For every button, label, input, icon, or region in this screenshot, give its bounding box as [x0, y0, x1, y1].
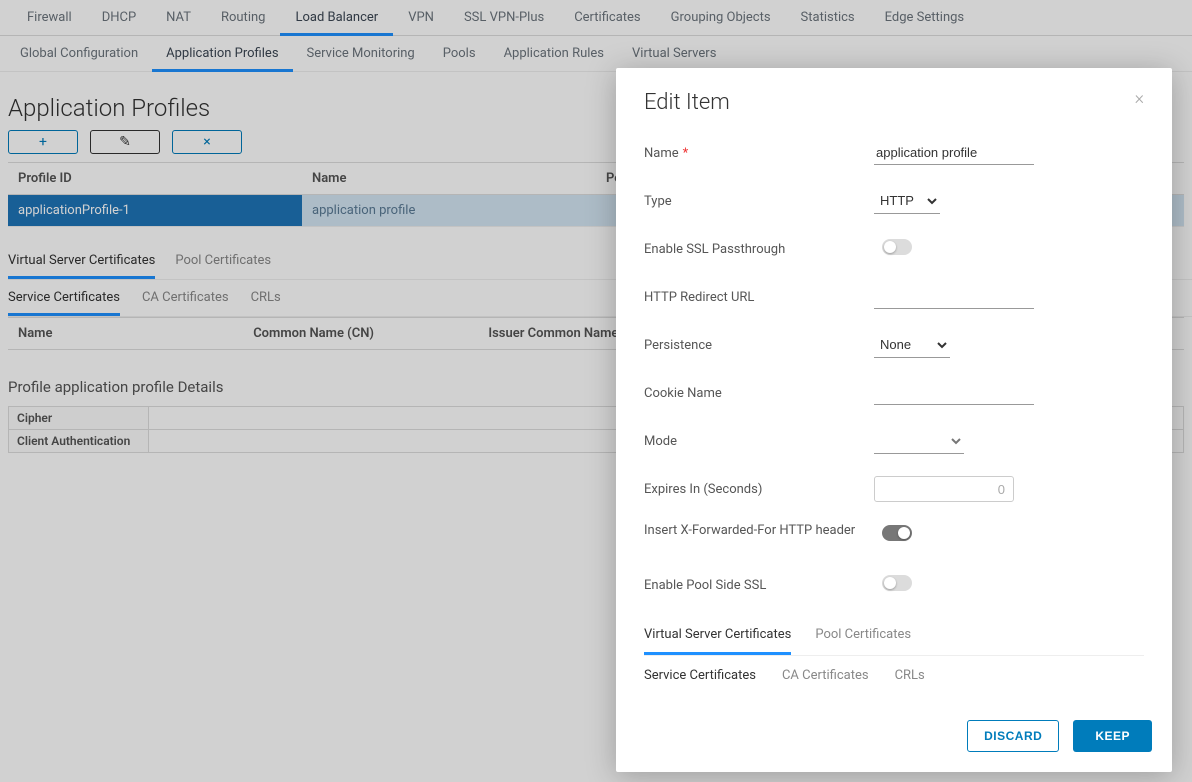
modal-tab[interactable]: Pool Certificates	[815, 627, 911, 655]
cookie-name-input[interactable]	[874, 381, 1034, 405]
discard-button[interactable]: DISCARD	[967, 720, 1059, 752]
modal-subtab[interactable]: Service Certificates	[644, 668, 756, 683]
xff-toggle[interactable]	[882, 525, 912, 541]
label-persistence: Persistence	[644, 338, 874, 353]
expires-input[interactable]	[874, 476, 1014, 502]
modal-subtab[interactable]: CA Certificates	[782, 668, 869, 683]
keep-button[interactable]: KEEP	[1073, 720, 1152, 752]
redirect-url-input[interactable]	[874, 285, 1034, 309]
type-select[interactable]: HTTP	[874, 188, 940, 214]
modal-cert-tabs: Virtual Server Certificates Pool Certific…	[644, 627, 1144, 656]
label-name: Name*	[644, 146, 874, 161]
label-cookie-name: Cookie Name	[644, 386, 874, 401]
label-pool-ssl: Enable Pool Side SSL	[644, 578, 874, 593]
pool-ssl-toggle[interactable]	[882, 575, 912, 591]
mode-select[interactable]	[874, 428, 964, 454]
label-expires: Expires In (Seconds)	[644, 482, 874, 497]
modal-tab[interactable]: Virtual Server Certificates	[644, 627, 791, 655]
ssl-passthrough-toggle[interactable]	[882, 239, 912, 255]
label-mode: Mode	[644, 434, 874, 449]
label-type: Type	[644, 194, 874, 209]
edit-item-modal: Edit Item × Name* Type HTTP	[616, 68, 1172, 772]
modal-cert-subtabs: Service Certificates CA Certificates CRLs	[644, 668, 1144, 683]
close-icon[interactable]: ×	[1135, 90, 1144, 108]
name-input[interactable]	[874, 141, 1034, 165]
modal-subtab[interactable]: CRLs	[895, 668, 925, 683]
label-xff: Insert X-Forwarded-For HTTP header	[644, 523, 874, 540]
modal-title: Edit Item	[644, 90, 730, 115]
label-ssl-passthrough: Enable SSL Passthrough	[644, 242, 874, 257]
persistence-select[interactable]: None	[874, 332, 950, 358]
label-redirect-url: HTTP Redirect URL	[644, 290, 874, 305]
